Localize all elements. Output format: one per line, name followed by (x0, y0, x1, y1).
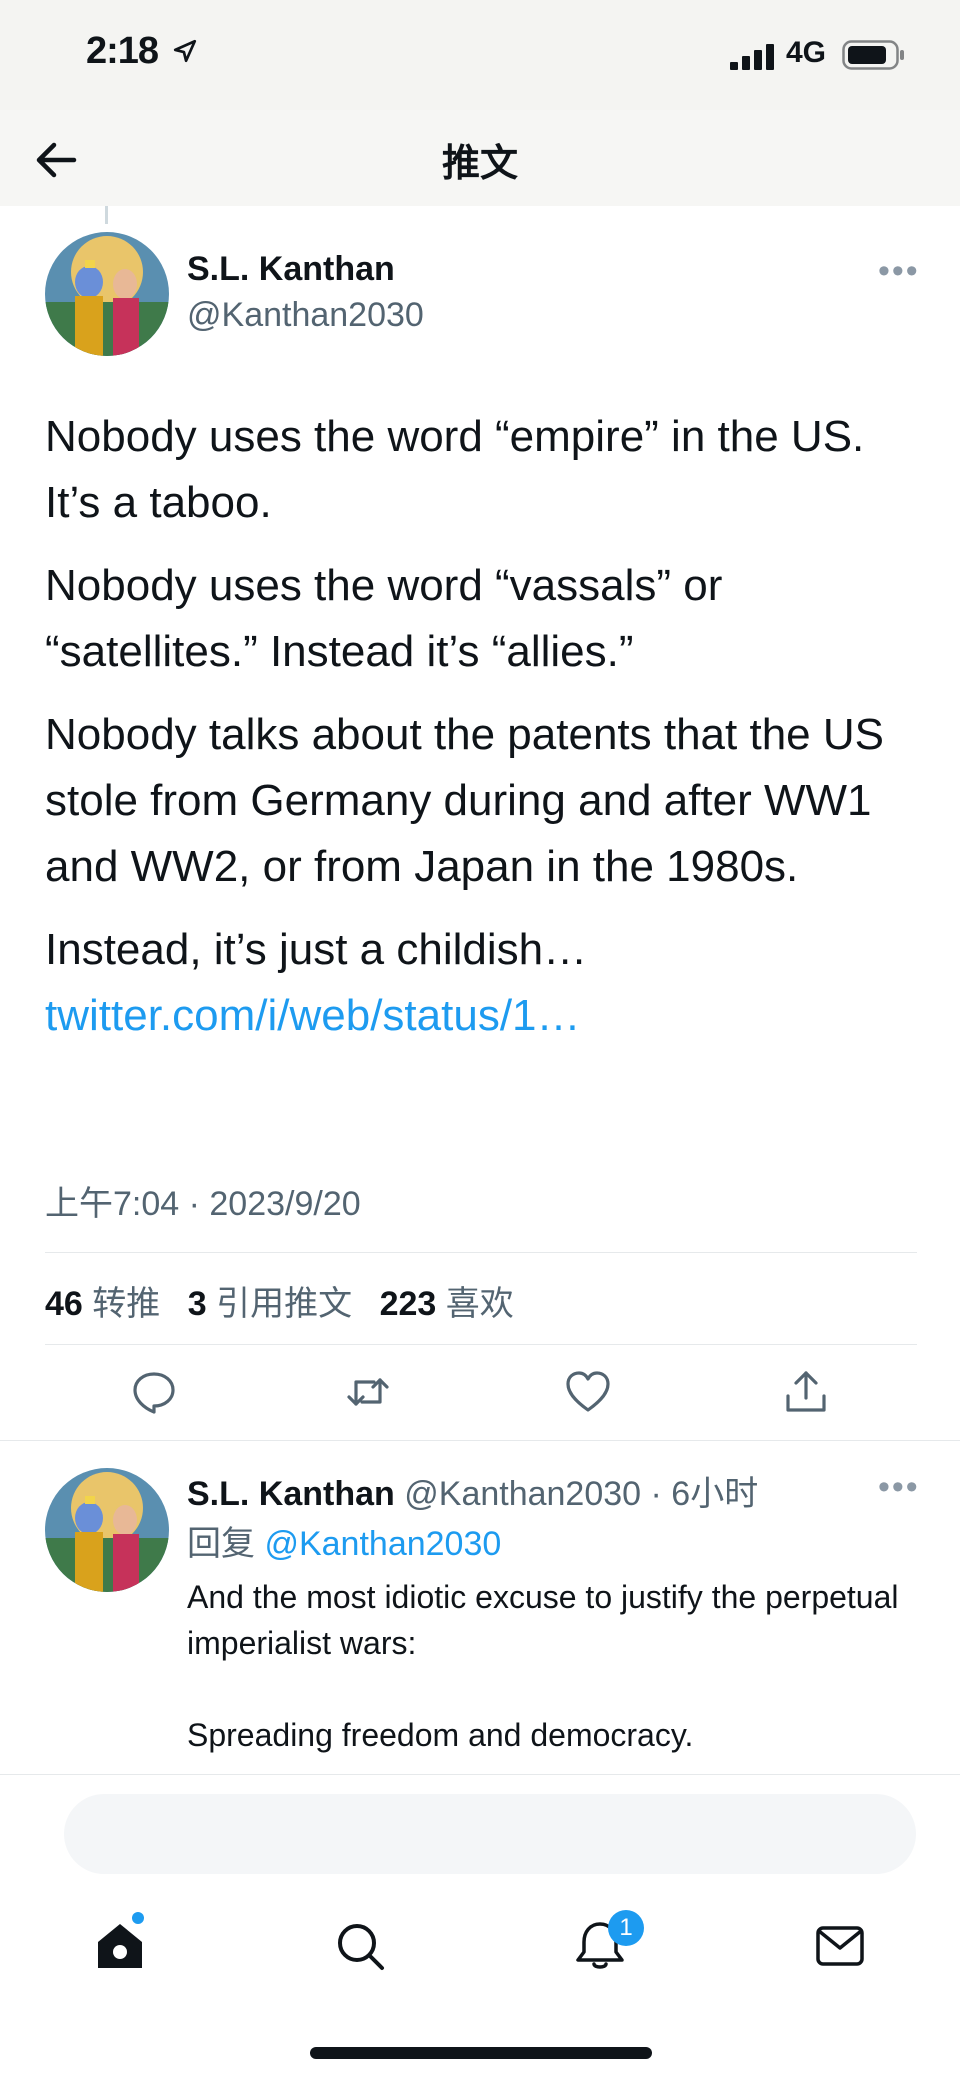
like-icon[interactable] (564, 1368, 612, 1416)
tweet-paragraph: Nobody uses the word “vassals” or “satel… (45, 561, 723, 676)
reply-author-name[interactable]: S.L. Kanthan (187, 1475, 395, 1513)
reply-avatar[interactable] (45, 1468, 169, 1592)
replying-to-handle[interactable]: @Kanthan2030 (264, 1525, 501, 1563)
tweet-link[interactable]: twitter.com/i/web/status/1… (45, 983, 925, 1049)
home-new-content-dot (132, 1912, 144, 1924)
tweet-paragraph: Instead, it’s just a childish… (45, 925, 588, 974)
divider (0, 1440, 960, 1441)
status-time: 2:18 (86, 30, 159, 72)
likes-stat[interactable]: 223 喜欢 (380, 1285, 514, 1323)
retweets-stat[interactable]: 46 转推 (45, 1285, 160, 1323)
search-icon[interactable] (332, 1918, 388, 1974)
author-name[interactable]: S.L. Kanthan (187, 250, 395, 289)
reply-header[interactable]: S.L. Kanthan @Kanthan2030 · 6小时 (187, 1466, 758, 1515)
nav-header: 推文 (0, 110, 960, 206)
reply-meta: @Kanthan2030 · 6小时 (404, 1475, 759, 1513)
author-handle[interactable]: @Kanthan2030 (187, 296, 424, 335)
tweet-paragraph: Nobody uses the word “empire” in the US.… (45, 412, 865, 527)
reply-paragraph: Spreading freedom and democracy. (187, 1717, 694, 1753)
divider (45, 1252, 917, 1253)
reply-compose-input[interactable] (64, 1794, 916, 1874)
reply-more-options-icon[interactable]: ••• (878, 1468, 920, 1507)
more-options-icon[interactable]: ••• (878, 252, 920, 291)
battery-icon (842, 40, 906, 75)
network-type: 4G (786, 36, 827, 69)
reply-text: And the most idiotic excuse to justify t… (187, 1574, 907, 1758)
divider (45, 1344, 917, 1345)
share-icon[interactable] (782, 1368, 830, 1416)
tweet-stats: 46 转推 3 引用推文 223 喜欢 (45, 1276, 532, 1325)
messages-mail-icon[interactable] (812, 1918, 868, 1974)
location-arrow-icon (172, 38, 198, 69)
status-bar: 2:18 4G (0, 0, 960, 110)
tweet-text: Nobody uses the word “empire” in the US.… (45, 404, 925, 1049)
cellular-signal-icon (730, 44, 776, 75)
tweet-timestamp[interactable]: 上午7:04 · 2023/9/20 (45, 1176, 361, 1225)
quotes-stat[interactable]: 3 引用推文 (188, 1285, 352, 1323)
reply-paragraph: And the most idiotic excuse to justify t… (187, 1579, 899, 1661)
retweet-icon[interactable] (344, 1368, 392, 1416)
notifications-badge: 1 (608, 1910, 644, 1946)
replying-to: 回复 @Kanthan2030 (187, 1525, 502, 1563)
avatar[interactable] (45, 232, 169, 356)
divider (0, 1774, 960, 1775)
page-title: 推文 (441, 143, 518, 185)
reply-icon[interactable] (130, 1368, 178, 1416)
thread-connector-line (105, 206, 108, 224)
home-icon[interactable] (92, 1918, 148, 1974)
tweet-paragraph: Nobody talks about the patents that the … (45, 710, 884, 891)
home-indicator (310, 2047, 652, 2059)
